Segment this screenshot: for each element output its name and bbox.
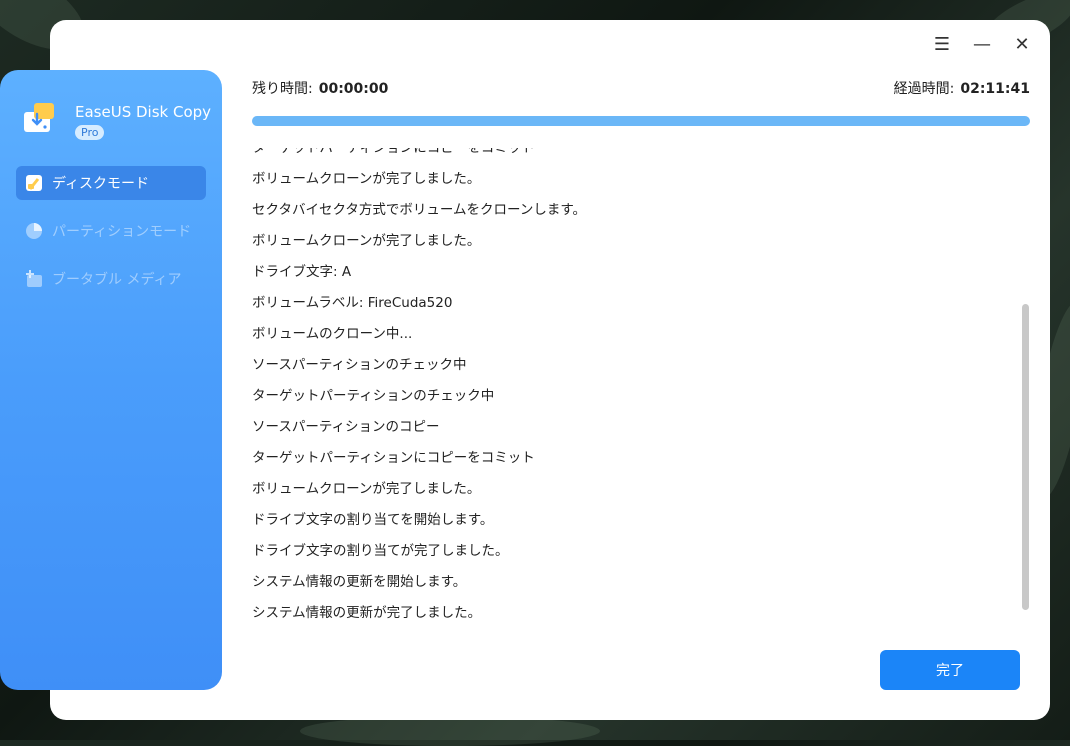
disk-copy-logo-icon <box>22 100 60 138</box>
menu-button[interactable]: ☰ <box>930 32 954 56</box>
remaining-time-label: 残り時間: <box>252 81 313 97</box>
sidebar-item-bootable-media[interactable]: ブータブル メディア <box>16 262 206 296</box>
log-line: ターゲットパーティションにコピーをコミット <box>252 450 535 466</box>
log-line: ボリュームラベル: FireCuda520 <box>252 295 453 311</box>
progress-bar <box>252 116 1030 126</box>
log-panel: ターゲットパーティションにコピーをコミット ボリュームクローンが完了しました。 セク… <box>252 148 1012 636</box>
log-scrollbar[interactable] <box>1022 304 1029 610</box>
elapsed-time-value: 02:11:41 <box>960 81 1030 97</box>
disk-icon <box>24 173 44 193</box>
sidebar-item-partition-mode[interactable]: パーティションモード <box>16 214 206 248</box>
pie-icon <box>24 221 44 241</box>
sidebar-item-label: パーティションモード <box>52 224 192 240</box>
log-line: ターゲットパーティションにコピーをコミット <box>252 148 535 156</box>
edition-badge: Pro <box>75 125 105 140</box>
log-line: ドライブ文字の割り当てを開始します。 <box>252 512 494 528</box>
brand: EaseUS Disk Copy Pro <box>22 100 212 150</box>
remaining-time-value: 00:00:00 <box>318 81 389 97</box>
elapsed-time-label: 経過時間: <box>893 81 955 97</box>
log-line: ボリュームクローンが完了しました。 <box>252 233 481 249</box>
log-line: ソースパーティションのチェック中 <box>252 357 467 373</box>
sidebar-item-label: ブータブル メディア <box>52 272 182 288</box>
elapsed-time: 経過時間: 02:11:41 <box>894 78 1030 98</box>
close-icon: ✕ <box>1014 33 1030 55</box>
log-line: セクタバイセクタ方式でボリュームをクローンします。 <box>252 202 586 218</box>
log-list: ターゲットパーティションにコピーをコミット ボリュームクローンが完了しました。 セク… <box>252 148 586 629</box>
log-line: ボリュームクローンが完了しました。 <box>252 171 481 187</box>
sidebar <box>0 70 222 690</box>
app-title: EaseUS Disk Copy <box>75 103 212 121</box>
bootable-media-icon <box>24 269 44 289</box>
sidebar-item-label: ディスクモード <box>52 176 150 192</box>
log-line: ボリュームのクローン中... <box>252 326 413 342</box>
log-line: システム情報の更新が完了しました。 <box>252 605 482 621</box>
log-line: ボリュームクローンが完了しました。 <box>252 481 481 497</box>
log-line: ターゲットパーティションのチェック中 <box>252 388 495 404</box>
log-line: ドライブ文字: A <box>252 264 352 280</box>
log-line: ドライブ文字の割り当てが完了しました。 <box>252 543 509 559</box>
close-button[interactable]: ✕ <box>1010 32 1034 56</box>
minimize-icon: — <box>973 33 991 55</box>
wallpaper-leaf <box>300 716 600 746</box>
log-line: ソースパーティションのコピー <box>252 419 440 435</box>
sidebar-item-disk-mode[interactable]: ディスクモード <box>16 166 206 200</box>
remaining-time: 残り時間: 00:00:00 <box>252 78 388 98</box>
progress-fill <box>252 116 1030 126</box>
done-button[interactable]: 完了 <box>880 650 1020 690</box>
minimize-button[interactable]: — <box>970 32 994 56</box>
log-line: システム情報の更新を開始します。 <box>252 574 467 590</box>
hamburger-icon: ☰ <box>933 33 951 55</box>
